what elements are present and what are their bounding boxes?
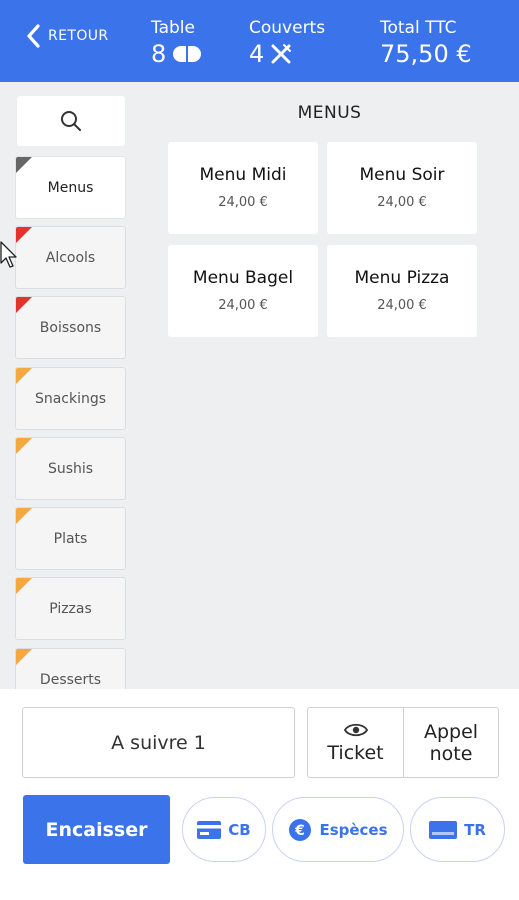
chevron-left-icon: [27, 24, 40, 48]
product-card[interactable]: Menu Soir 24,00 €: [327, 142, 477, 234]
category-color-marker: [16, 649, 32, 665]
category-color-marker: [16, 438, 32, 454]
table-info: Table 8: [151, 18, 202, 68]
category-alcools[interactable]: Alcools: [15, 226, 126, 289]
category-label: Desserts: [39, 671, 102, 688]
category-menus[interactable]: Menus: [15, 156, 126, 219]
category-color-marker: [16, 157, 32, 173]
couverts-number: 4: [249, 40, 265, 68]
total-value: 75,50 €: [380, 40, 472, 68]
category-label: Sushis: [47, 460, 94, 477]
search-button[interactable]: [17, 96, 125, 146]
category-sidebar: Menus Alcools Boissons Snackings Sushis …: [0, 82, 140, 689]
product-card[interactable]: Menu Pizza 24,00 €: [327, 245, 477, 337]
appel-note-button[interactable]: Appel note: [404, 708, 498, 777]
table-label: Table: [151, 18, 195, 38]
back-button[interactable]: RETOUR: [26, 24, 109, 48]
category-color-marker: [16, 297, 32, 313]
product-price: 24,00 €: [218, 298, 268, 313]
category-label: Alcools: [45, 249, 96, 266]
eye-icon: [343, 723, 368, 736]
table-icon: [173, 46, 202, 62]
cb-payment-button[interactable]: CB: [182, 797, 266, 862]
category-label: Pizzas: [49, 600, 92, 617]
appel-label-line2: note: [429, 742, 473, 765]
search-icon: [61, 111, 81, 131]
especes-payment-button[interactable]: € Espèces: [272, 797, 404, 862]
category-desserts[interactable]: Desserts: [15, 648, 126, 689]
category-color-marker: [16, 368, 32, 384]
category-label: Boissons: [39, 319, 102, 336]
total-info: Total TTC 75,50 €: [380, 18, 472, 68]
ticket-restaurant-icon: [429, 820, 458, 839]
cb-label: CB: [228, 820, 251, 839]
cutlery-icon: [271, 44, 292, 64]
credit-card-icon: [197, 820, 222, 839]
ticket-label: Ticket: [327, 741, 384, 764]
appel-label-line1: Appel: [423, 720, 479, 743]
category-sushis[interactable]: Sushis: [15, 437, 126, 500]
product-name: Menu Bagel: [192, 268, 294, 288]
couverts-info: Couverts 4: [249, 18, 325, 68]
category-snackings[interactable]: Snackings: [15, 367, 126, 430]
product-name: Menu Pizza: [354, 268, 450, 288]
category-boissons[interactable]: Boissons: [15, 296, 126, 359]
product-price: 24,00 €: [377, 298, 427, 313]
category-label: Snackings: [34, 390, 107, 407]
tr-payment-button[interactable]: TR: [410, 797, 505, 862]
category-plats[interactable]: Plats: [15, 507, 126, 570]
category-color-marker: [16, 578, 32, 594]
svg-text:€: €: [295, 823, 306, 839]
ticket-button[interactable]: Ticket: [308, 708, 404, 777]
product-card[interactable]: Menu Midi 24,00 €: [168, 142, 318, 234]
a-suivre-button[interactable]: A suivre 1: [22, 707, 295, 778]
mouse-cursor-icon: [0, 241, 17, 268]
category-label: Menus: [47, 179, 94, 196]
product-price: 24,00 €: [377, 195, 427, 210]
category-label: Plats: [53, 530, 88, 547]
total-label: Total TTC: [380, 18, 457, 38]
top-bar: RETOUR Table 8 Couverts 4 Total TTC 75,5…: [0, 0, 519, 82]
back-label: RETOUR: [48, 28, 109, 44]
ticket-group: Ticket Appel note: [307, 707, 499, 778]
table-number: 8: [151, 40, 167, 68]
product-price: 24,00 €: [218, 195, 268, 210]
product-card[interactable]: Menu Bagel 24,00 €: [168, 245, 318, 337]
section-title: MENUS: [297, 103, 362, 123]
euro-coin-icon: €: [289, 818, 312, 841]
category-color-marker: [16, 508, 32, 524]
tr-label: TR: [464, 820, 486, 839]
especes-label: Espèces: [319, 820, 388, 839]
product-name: Menu Midi: [199, 165, 287, 185]
category-pizzas[interactable]: Pizzas: [15, 577, 126, 640]
encaisser-button[interactable]: Encaisser: [23, 795, 170, 864]
product-name: Menu Soir: [359, 165, 445, 185]
action-panel: A suivre 1 Ticket Appel note Encaisser C…: [0, 689, 519, 900]
couverts-label: Couverts: [249, 18, 326, 38]
